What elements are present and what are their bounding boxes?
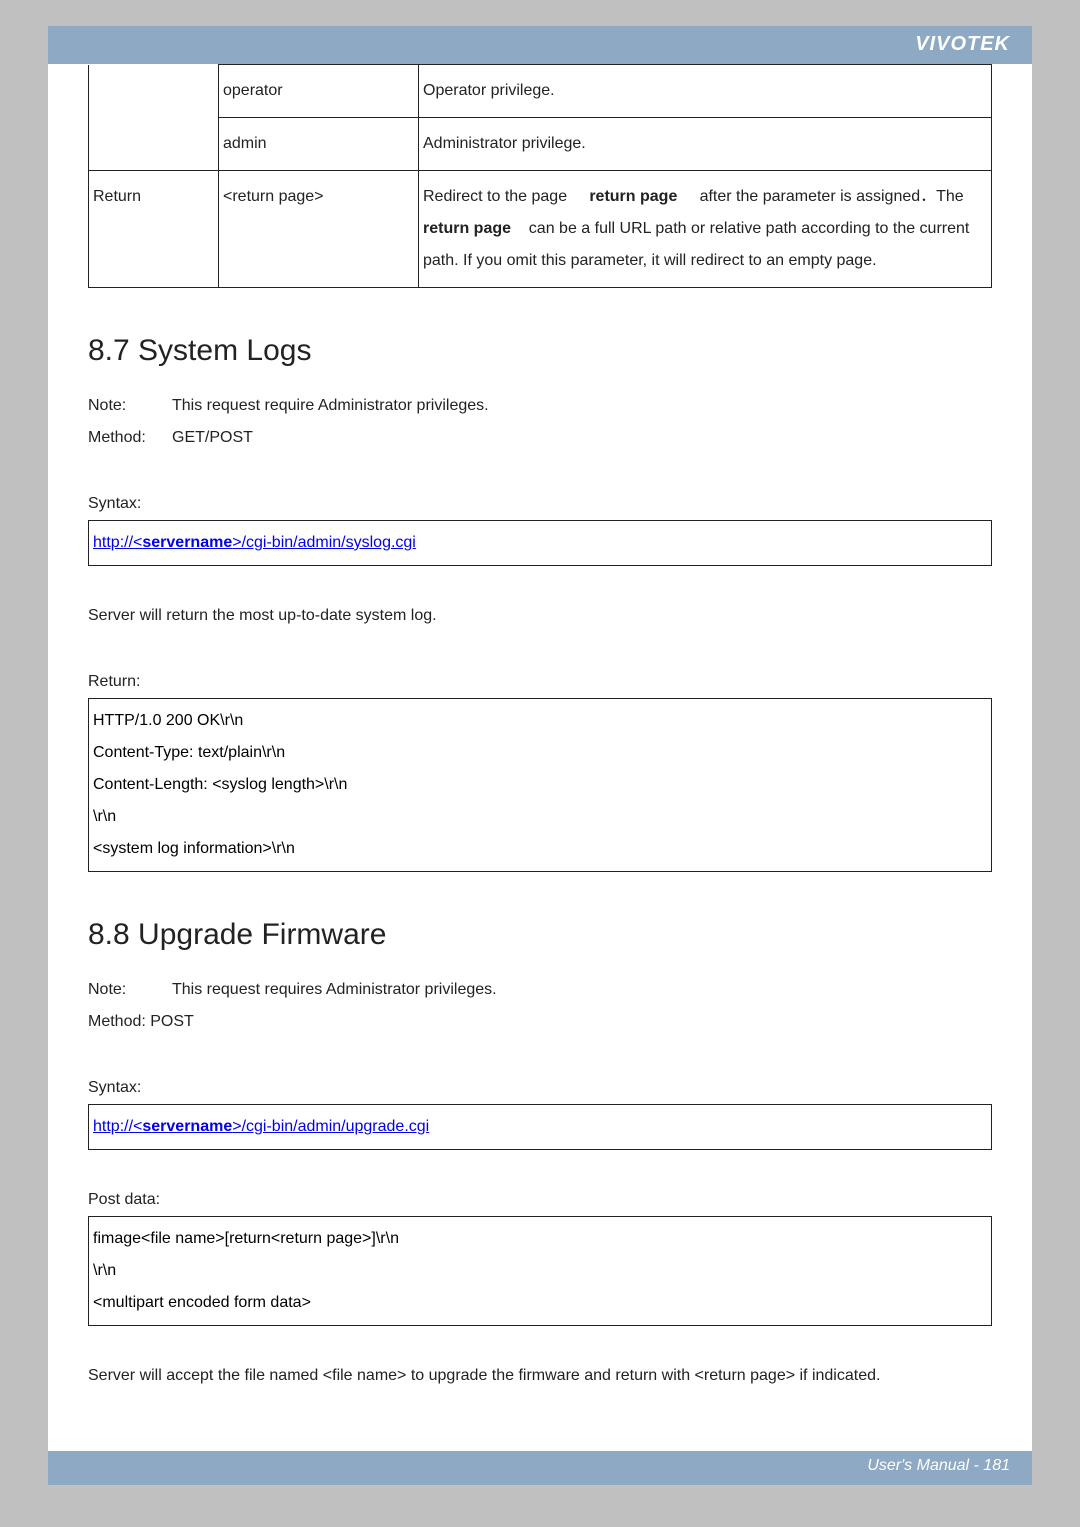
postdata-label: Post data: [88,1184,992,1216]
upgrade-url-link[interactable]: http://<servername>/cgi-bin/admin/upgrad… [93,1118,429,1135]
footer-bar: User's Manual - 181 [48,1451,1032,1485]
url-post: >/cgi-bin/admin/syslog.cgi [232,534,416,551]
postdata-box: fimage<file name>[return<return page>]\r… [88,1216,992,1326]
content-area: operator Operator privilege. admin Admin… [48,64,1032,1422]
url-servername: servername [142,1118,232,1135]
table-cell-empty [89,118,219,171]
syntax-box: http://<servername>/cgi-bin/admin/upgrad… [88,1104,992,1150]
table-cell: Return [89,171,219,288]
table-row: Return <return page> Redirect to the pag… [89,171,992,288]
closing-text: Server will accept the file named <file … [88,1360,992,1392]
table-cell: Administrator privilege. [419,118,992,171]
syntax-label: Syntax: [88,488,992,520]
syntax-label: Syntax: [88,1072,992,1104]
page: VIVOTEK operator Operator privilege. adm… [48,26,1032,1485]
url-pre: http://< [93,534,142,551]
note-text: This request requires Administrator priv… [172,981,497,998]
url-post: >/cgi-bin/admin/upgrade.cgi [232,1118,429,1135]
parameter-table: operator Operator privilege. admin Admin… [88,64,992,288]
table-row: operator Operator privilege. [89,65,992,118]
note-label: Note: [88,974,172,1006]
text: Redirect to the page [423,188,572,205]
table-cell: admin [219,118,419,171]
note-line: Note:This request require Administrator … [88,390,992,422]
note-line: Note:This request requires Administrator… [88,974,992,1006]
desc-text: Server will return the most up-to-date s… [88,600,992,632]
bold-text: return page [423,220,511,237]
table-cell: Redirect to the page return page after t… [419,171,992,288]
return-label: Return: [88,666,992,698]
text: after the parameter is assigned．The [695,188,964,205]
table-cell: Operator privilege. [419,65,992,118]
return-box: HTTP/1.0 200 OK\r\n Content-Type: text/p… [88,698,992,872]
header-bar: VIVOTEK [48,26,1032,64]
table-cell: operator [219,65,419,118]
footer-text: User's Manual - 181 [867,1457,1010,1475]
syntax-box: http://<servername>/cgi-bin/admin/syslog… [88,520,992,566]
url-pre: http://< [93,1118,142,1135]
url-servername: servername [142,534,232,551]
note-label: Note: [88,390,172,422]
method-line: Method: POST [88,1006,992,1038]
method-line: Method:GET/POST [88,422,992,454]
note-text: This request require Administrator privi… [172,397,489,414]
table-cell: <return page> [219,171,419,288]
brand-logo: VIVOTEK [915,33,1010,56]
syslog-url-link[interactable]: http://<servername>/cgi-bin/admin/syslog… [93,534,416,551]
section-heading-system-logs: 8.7 System Logs [88,334,992,368]
method-label: Method: [88,422,172,454]
table-row: admin Administrator privilege. [89,118,992,171]
method-text: GET/POST [172,429,253,446]
bold-text: return page [589,188,677,205]
section-heading-upgrade-firmware: 8.8 Upgrade Firmware [88,918,992,952]
table-cell-empty [89,65,219,118]
